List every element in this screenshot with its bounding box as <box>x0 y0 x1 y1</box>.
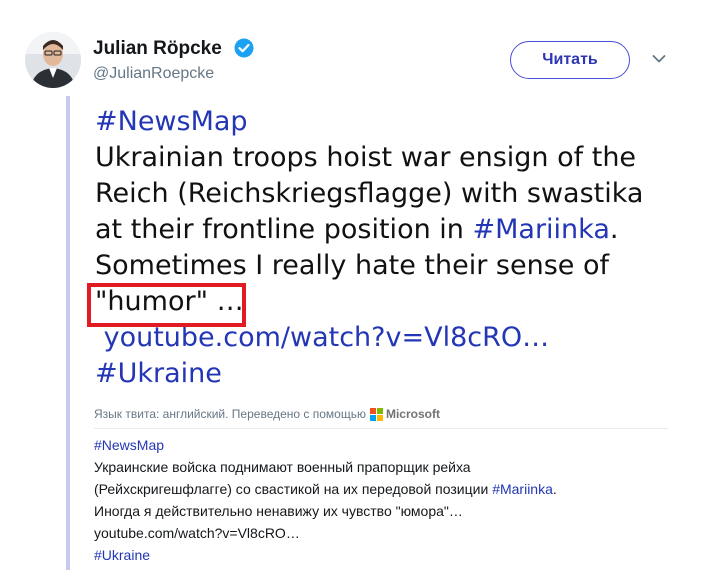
avatar[interactable] <box>25 32 81 88</box>
chevron-down-icon[interactable] <box>652 54 666 64</box>
microsoft-logo-icon <box>369 407 383 421</box>
person-avatar-icon <box>25 32 81 88</box>
translated-text: #NewsMap Украинские войска поднимают вое… <box>94 434 557 566</box>
tweet-line-1: Ukrainian troops hoist war ensign of the <box>95 142 637 173</box>
author-name[interactable]: Julian Röpcke <box>93 38 222 60</box>
translated-hashtag-newsmap[interactable]: #NewsMap <box>94 437 164 453</box>
translation-note: Язык твита: английский. Переведено с пом… <box>94 407 440 421</box>
thread-line <box>66 96 70 570</box>
divider <box>94 428 668 429</box>
translated-line-2: (Рейхскригешфлагге) со свастикой на их п… <box>94 481 493 497</box>
tweet-line-4: Sometimes I really hate their sense of <box>95 250 610 281</box>
translated-hashtag-ukraine[interactable]: #Ukraine <box>94 547 150 563</box>
tweet-text: #NewsMap Ukrainian troops hoist war ensi… <box>95 104 643 392</box>
translation-note-text: Язык твита: английский. Переведено с пом… <box>94 407 366 421</box>
tweet-line-2: Reich (Reichskriegsflagge) with swastika <box>95 178 644 209</box>
translation-provider[interactable]: Microsoft <box>386 407 440 421</box>
translated-line-2-end: . <box>552 481 557 497</box>
translated-link[interactable]: youtube.com/watch?v=Vl8cRO… <box>94 522 557 544</box>
translated-hashtag-mariinka[interactable]: #Mariinka <box>492 481 553 497</box>
author-handle[interactable]: @JulianRoepcke <box>93 64 214 84</box>
follow-button[interactable]: Читать <box>510 41 630 79</box>
translated-line-1: Украинские войска поднимают военный прап… <box>94 459 471 475</box>
hashtag-mariinka[interactable]: #Mariinka <box>472 214 609 245</box>
hashtag-ukraine[interactable]: #Ukraine <box>95 358 222 389</box>
hashtag-newsmap[interactable]: #NewsMap <box>95 106 248 137</box>
translated-line-3: Иногда я действительно ненавижу их чувст… <box>94 503 463 519</box>
verified-badge-icon <box>234 38 254 58</box>
tweet-line-3-end: . <box>609 214 619 245</box>
highlight-box <box>87 283 246 327</box>
tweet-line-3: at their frontline position in <box>95 214 473 245</box>
